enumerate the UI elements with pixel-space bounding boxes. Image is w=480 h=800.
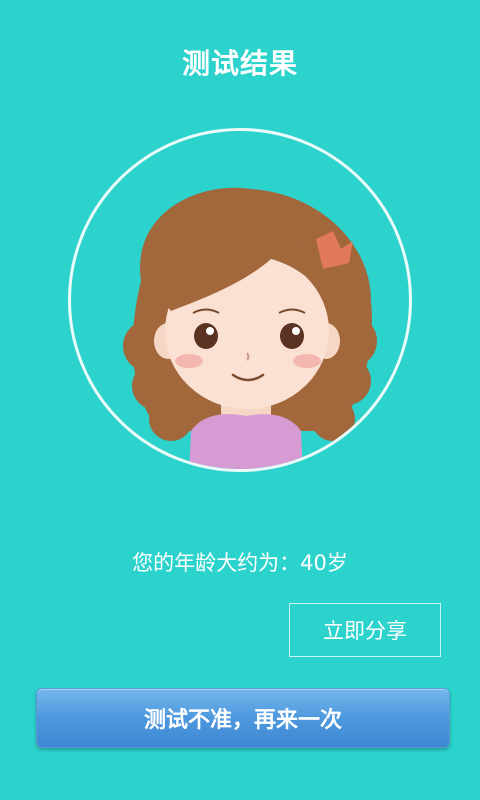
result-page: 测试结果 您的年龄大约为：40岁 立即分享 测试不准，再来一次 <box>0 0 480 800</box>
avatar-frame <box>68 128 412 472</box>
girl-avatar-icon <box>123 187 377 469</box>
retest-button[interactable]: 测试不准，再来一次 <box>36 688 450 748</box>
age-result-text: 您的年龄大约为：40岁 <box>132 551 348 575</box>
share-button[interactable]: 立即分享 <box>289 603 441 657</box>
page-title: 测试结果 <box>181 47 298 80</box>
